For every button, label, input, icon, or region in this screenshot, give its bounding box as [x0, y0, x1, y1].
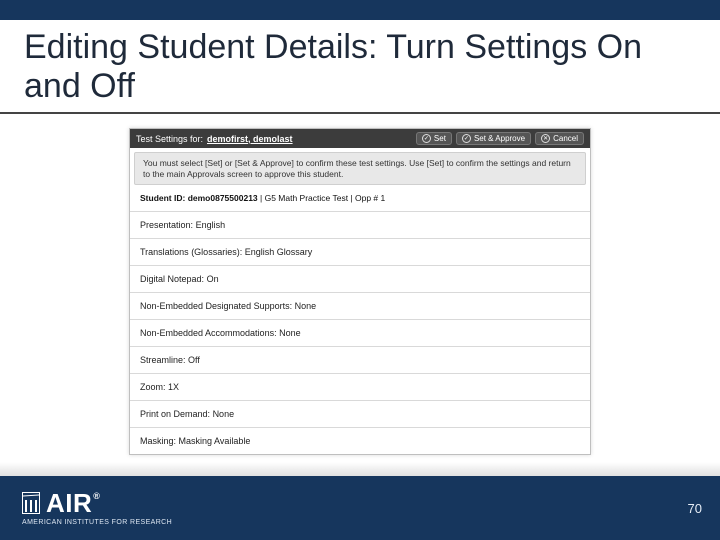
- setting-label: Zoom:: [140, 382, 166, 392]
- logo-text: AIR®: [46, 490, 99, 516]
- table-row: Presentation: English: [130, 212, 590, 239]
- setting-value: On: [207, 274, 219, 284]
- cancel-button[interactable]: Cancel: [535, 132, 584, 145]
- dialog-header: Test Settings for: demofirst, demolast S…: [130, 129, 590, 148]
- top-accent-bar: [0, 0, 720, 20]
- table-row: Zoom: 1X: [130, 374, 590, 401]
- setting-label: Print on Demand:: [140, 409, 210, 419]
- setting-label: Digital Notepad:: [140, 274, 204, 284]
- table-row: Print on Demand: None: [130, 401, 590, 428]
- table-row: Streamline: Off: [130, 347, 590, 374]
- setting-label: Masking:: [140, 436, 176, 446]
- dialog-header-left: Test Settings for: demofirst, demolast: [136, 134, 293, 144]
- instruction-banner: You must select [Set] or [Set & Approve]…: [134, 152, 586, 185]
- setting-label: Non-Embedded Designated Supports:: [140, 301, 292, 311]
- setting-value: None: [279, 328, 301, 338]
- dialog-student-name: demofirst, demolast: [207, 134, 293, 144]
- setting-value: English: [196, 220, 226, 230]
- screenshot-panel: Test Settings for: demofirst, demolast S…: [129, 128, 591, 455]
- cancel-button-label: Cancel: [553, 134, 578, 143]
- test-info: | G5 Math Practice Test | Opp # 1: [260, 193, 385, 203]
- setting-value: None: [295, 301, 317, 311]
- set-approve-button-label: Set & Approve: [474, 134, 525, 143]
- setting-label: Presentation:: [140, 220, 193, 230]
- table-row: Masking: Masking Available: [130, 428, 590, 454]
- check-icon: [422, 134, 431, 143]
- set-approve-button[interactable]: Set & Approve: [456, 132, 531, 145]
- setting-label: Translations (Glossaries):: [140, 247, 242, 257]
- table-row: Digital Notepad: On: [130, 266, 590, 293]
- footer-shadow: [0, 462, 720, 476]
- logo-text-value: AIR: [46, 488, 92, 518]
- setting-label: Non-Embedded Accommodations:: [140, 328, 277, 338]
- setting-label: Streamline:: [140, 355, 186, 365]
- student-id-value: demo0875500213: [188, 193, 258, 203]
- title-area: Editing Student Details: Turn Settings O…: [0, 20, 720, 114]
- set-button-label: Set: [434, 134, 446, 143]
- registered-icon: ®: [93, 491, 100, 501]
- setting-value: Masking Available: [179, 436, 251, 446]
- dialog-header-prefix: Test Settings for:: [136, 134, 203, 144]
- table-row: Non-Embedded Accommodations: None: [130, 320, 590, 347]
- setting-value: English Glossary: [245, 247, 313, 257]
- set-button[interactable]: Set: [416, 132, 452, 145]
- logo-block: AIR® AMERICAN INSTITUTES FOR RESEARCH: [22, 490, 172, 526]
- logo-row: AIR®: [22, 490, 172, 516]
- setting-value: 1X: [168, 382, 179, 392]
- check-icon: [462, 134, 471, 143]
- table-row: Translations (Glossaries): English Gloss…: [130, 239, 590, 266]
- page-number: 70: [688, 501, 702, 516]
- slide-title: Editing Student Details: Turn Settings O…: [24, 28, 696, 106]
- table-row: Non-Embedded Designated Supports: None: [130, 293, 590, 320]
- close-icon: [541, 134, 550, 143]
- setting-value: Off: [188, 355, 200, 365]
- logo-icon: [22, 492, 40, 514]
- student-id-label: Student ID:: [140, 193, 185, 203]
- student-id-row: Student ID: demo0875500213 | G5 Math Pra…: [130, 189, 590, 212]
- slide: Editing Student Details: Turn Settings O…: [0, 0, 720, 540]
- setting-value: None: [213, 409, 235, 419]
- logo-subtext: AMERICAN INSTITUTES FOR RESEARCH: [22, 519, 172, 526]
- footer-bar: AIR® AMERICAN INSTITUTES FOR RESEARCH 70: [0, 476, 720, 540]
- dialog-header-buttons: Set Set & Approve Cancel: [416, 132, 584, 145]
